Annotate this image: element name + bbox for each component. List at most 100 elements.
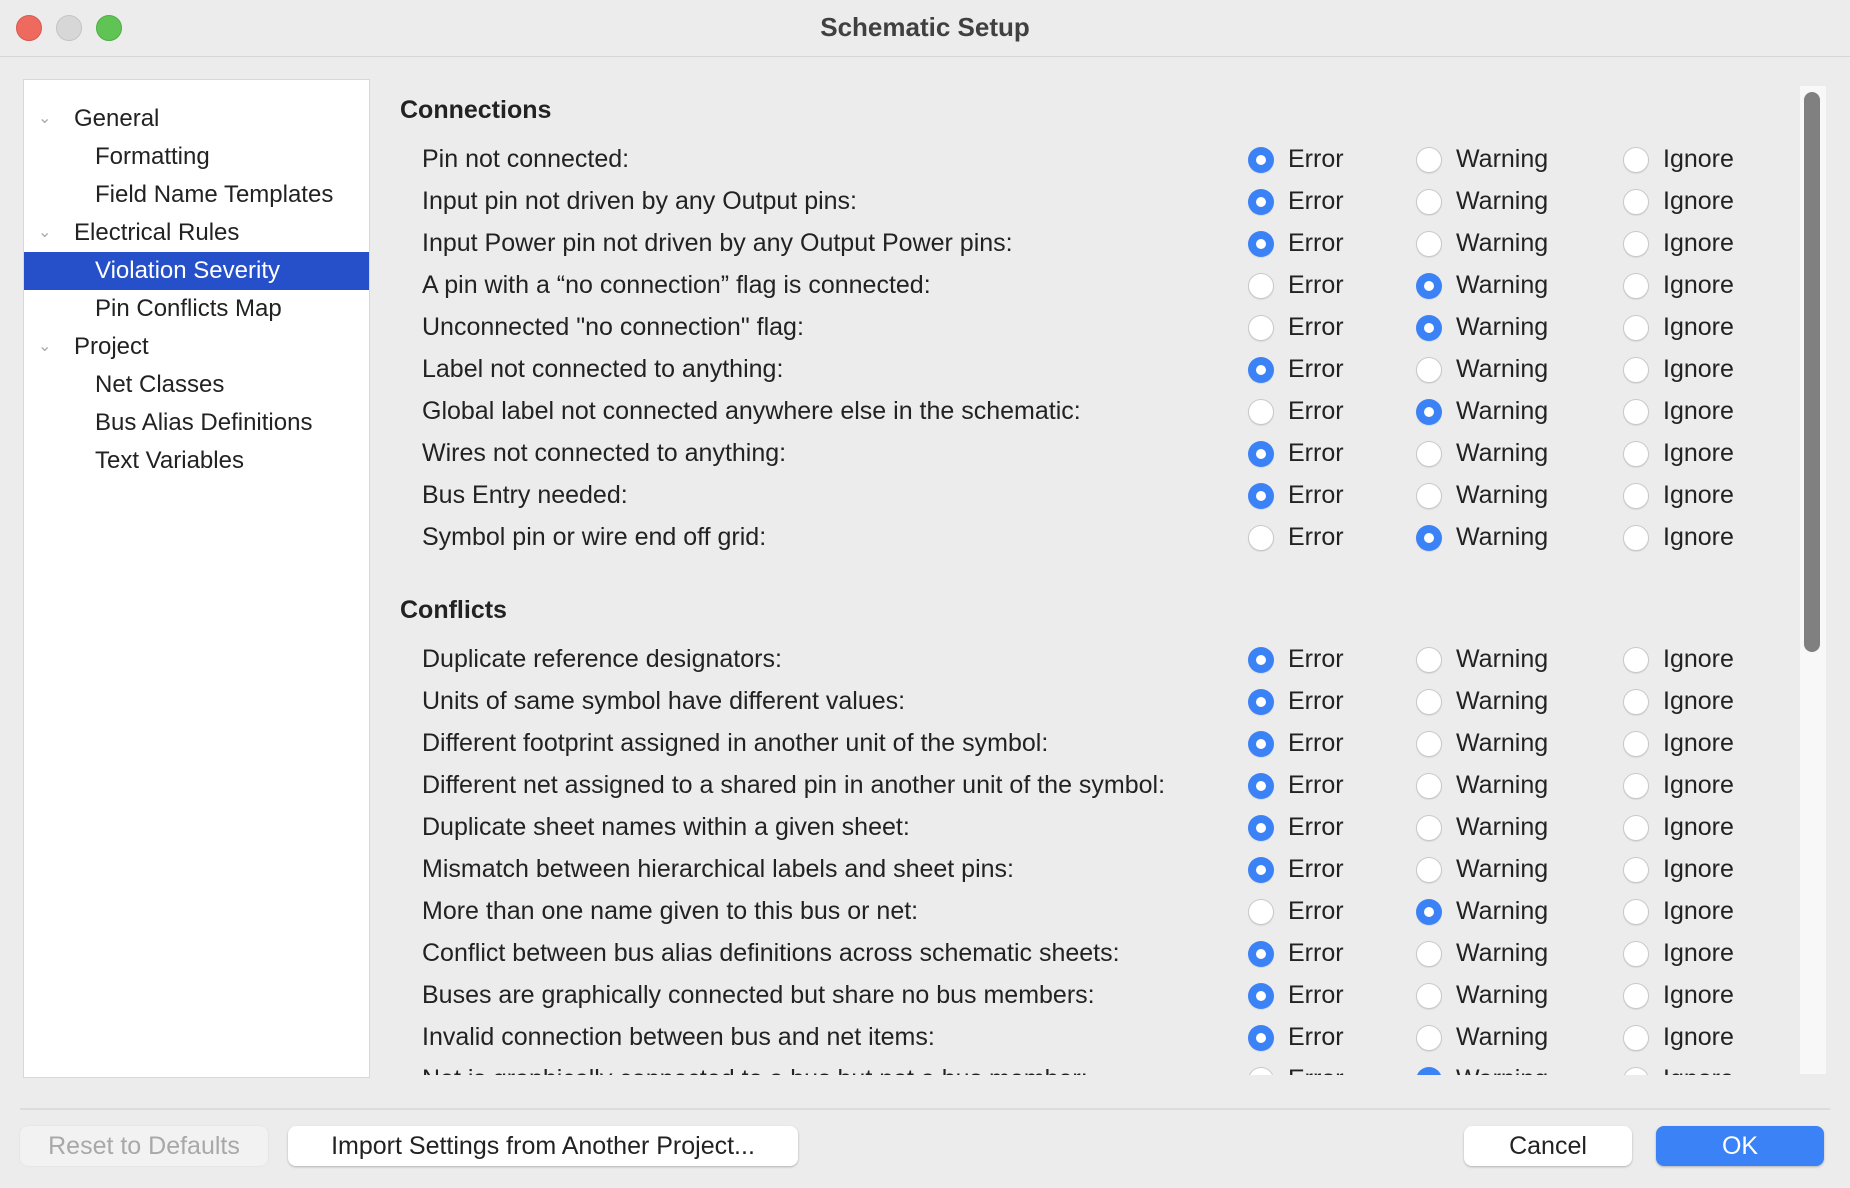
error-label: Error bbox=[1288, 271, 1344, 299]
radio-selected-icon[interactable] bbox=[1248, 483, 1274, 509]
radio-unselected-icon[interactable] bbox=[1248, 525, 1274, 551]
radio-unselected-icon[interactable] bbox=[1416, 815, 1442, 841]
rule-label: Label not connected to anything: bbox=[422, 355, 784, 383]
warning-label: Warning bbox=[1456, 729, 1549, 757]
radio-unselected-icon[interactable] bbox=[1623, 1025, 1649, 1051]
radio-unselected-icon[interactable] bbox=[1248, 315, 1274, 341]
reset-to-defaults-button[interactable]: Reset to Defaults bbox=[20, 1126, 268, 1166]
radio-unselected-icon[interactable] bbox=[1623, 147, 1649, 173]
radio-unselected-icon[interactable] bbox=[1623, 315, 1649, 341]
radio-selected-icon[interactable] bbox=[1416, 315, 1442, 341]
radio-unselected-icon[interactable] bbox=[1623, 689, 1649, 715]
radio-selected-icon[interactable] bbox=[1248, 189, 1274, 215]
radio-unselected-icon[interactable] bbox=[1248, 899, 1274, 925]
settings-tree[interactable]: ⌄ General Formatting Field Name Templates ⌄ E… bbox=[23, 79, 370, 1078]
chevron-down-icon[interactable]: ⌄ bbox=[38, 328, 51, 366]
radio-selected-icon[interactable] bbox=[1416, 525, 1442, 551]
radio-unselected-icon[interactable] bbox=[1623, 983, 1649, 1009]
scrollbar-thumb[interactable] bbox=[1804, 92, 1820, 652]
radio-unselected-icon[interactable] bbox=[1623, 525, 1649, 551]
radio-unselected-icon[interactable] bbox=[1416, 773, 1442, 799]
radio-selected-icon[interactable] bbox=[1416, 1067, 1442, 1075]
chevron-down-icon[interactable]: ⌄ bbox=[38, 214, 51, 252]
radio-unselected-icon[interactable] bbox=[1416, 647, 1442, 673]
warning-label: Warning bbox=[1456, 271, 1549, 299]
radio-unselected-icon[interactable] bbox=[1416, 147, 1442, 173]
radio-unselected-icon[interactable] bbox=[1416, 1025, 1442, 1051]
radio-unselected-icon[interactable] bbox=[1623, 773, 1649, 799]
radio-unselected-icon[interactable] bbox=[1623, 815, 1649, 841]
radio-selected-icon[interactable] bbox=[1248, 941, 1274, 967]
radio-unselected-icon[interactable] bbox=[1416, 483, 1442, 509]
tree-item-violation-severity[interactable]: Violation Severity bbox=[24, 252, 369, 290]
radio-unselected-icon[interactable] bbox=[1623, 941, 1649, 967]
radio-unselected-icon[interactable] bbox=[1623, 857, 1649, 883]
radio-unselected-icon[interactable] bbox=[1248, 273, 1274, 299]
tree-item-pin-conflicts-map[interactable]: Pin Conflicts Map bbox=[24, 290, 369, 328]
ignore-label: Ignore bbox=[1663, 439, 1734, 467]
radio-unselected-icon[interactable] bbox=[1416, 357, 1442, 383]
radio-selected-icon[interactable] bbox=[1248, 147, 1274, 173]
radio-selected-icon[interactable] bbox=[1248, 231, 1274, 257]
radio-unselected-icon[interactable] bbox=[1623, 441, 1649, 467]
radio-unselected-icon[interactable] bbox=[1416, 441, 1442, 467]
radio-unselected-icon[interactable] bbox=[1623, 399, 1649, 425]
warning-label: Warning bbox=[1456, 187, 1549, 215]
tree-item-net-classes[interactable]: Net Classes bbox=[24, 366, 369, 404]
radio-unselected-icon[interactable] bbox=[1623, 357, 1649, 383]
radio-selected-icon[interactable] bbox=[1248, 689, 1274, 715]
radio-unselected-icon[interactable] bbox=[1416, 731, 1442, 757]
radio-unselected-icon[interactable] bbox=[1248, 399, 1274, 425]
tree-item-electrical-rules[interactable]: ⌄ Electrical Rules bbox=[24, 214, 369, 252]
radio-selected-icon[interactable] bbox=[1248, 773, 1274, 799]
radio-unselected-icon[interactable] bbox=[1623, 731, 1649, 757]
tree-item-general[interactable]: ⌄ General bbox=[24, 100, 369, 138]
import-settings-button[interactable]: Import Settings from Another Project... bbox=[288, 1126, 798, 1166]
radio-selected-icon[interactable] bbox=[1248, 357, 1274, 383]
tree-item-bus-alias-definitions[interactable]: Bus Alias Definitions bbox=[24, 404, 369, 442]
radio-unselected-icon[interactable] bbox=[1416, 857, 1442, 883]
radio-unselected-icon[interactable] bbox=[1623, 483, 1649, 509]
radio-selected-icon[interactable] bbox=[1248, 983, 1274, 1009]
radio-unselected-icon[interactable] bbox=[1623, 231, 1649, 257]
radio-selected-icon[interactable] bbox=[1248, 1025, 1274, 1051]
radio-unselected-icon[interactable] bbox=[1416, 189, 1442, 215]
radio-selected-icon[interactable] bbox=[1248, 857, 1274, 883]
radio-unselected-icon[interactable] bbox=[1623, 189, 1649, 215]
radio-selected-icon[interactable] bbox=[1248, 441, 1274, 467]
tree-item-formatting[interactable]: Formatting bbox=[24, 138, 369, 176]
ignore-label: Ignore bbox=[1663, 355, 1734, 383]
tree-item-project[interactable]: ⌄ Project bbox=[24, 328, 369, 366]
cancel-button[interactable]: Cancel bbox=[1464, 1126, 1632, 1166]
warning-label: Warning bbox=[1456, 1023, 1549, 1051]
radio-unselected-icon[interactable] bbox=[1416, 689, 1442, 715]
ignore-label: Ignore bbox=[1663, 1023, 1734, 1051]
error-label: Error bbox=[1288, 187, 1344, 215]
radio-unselected-icon[interactable] bbox=[1416, 231, 1442, 257]
tree-item-text-variables[interactable]: Text Variables bbox=[24, 442, 369, 480]
severity-row: Input pin not driven by any Output pins:… bbox=[390, 182, 1790, 224]
radio-selected-icon[interactable] bbox=[1416, 273, 1442, 299]
radio-unselected-icon[interactable] bbox=[1623, 647, 1649, 673]
severity-row: Input Power pin not driven by any Output… bbox=[390, 224, 1790, 266]
error-label: Error bbox=[1288, 481, 1344, 509]
error-label: Error bbox=[1288, 981, 1344, 1009]
radio-unselected-icon[interactable] bbox=[1248, 1067, 1274, 1075]
radio-selected-icon[interactable] bbox=[1248, 731, 1274, 757]
radio-unselected-icon[interactable] bbox=[1416, 941, 1442, 967]
radio-unselected-icon[interactable] bbox=[1623, 273, 1649, 299]
chevron-down-icon[interactable]: ⌄ bbox=[38, 100, 51, 138]
vertical-scrollbar[interactable] bbox=[1800, 86, 1826, 1074]
radio-selected-icon[interactable] bbox=[1416, 899, 1442, 925]
radio-selected-icon[interactable] bbox=[1416, 399, 1442, 425]
radio-unselected-icon[interactable] bbox=[1416, 983, 1442, 1009]
ignore-label: Ignore bbox=[1663, 687, 1734, 715]
rule-label: Pin not connected: bbox=[422, 145, 630, 173]
radio-selected-icon[interactable] bbox=[1248, 815, 1274, 841]
radio-selected-icon[interactable] bbox=[1248, 647, 1274, 673]
ok-button[interactable]: OK bbox=[1656, 1126, 1824, 1166]
tree-item-field-name-templates[interactable]: Field Name Templates bbox=[24, 176, 369, 214]
radio-unselected-icon[interactable] bbox=[1623, 899, 1649, 925]
radio-unselected-icon[interactable] bbox=[1623, 1067, 1649, 1075]
ignore-label: Ignore bbox=[1663, 271, 1734, 299]
